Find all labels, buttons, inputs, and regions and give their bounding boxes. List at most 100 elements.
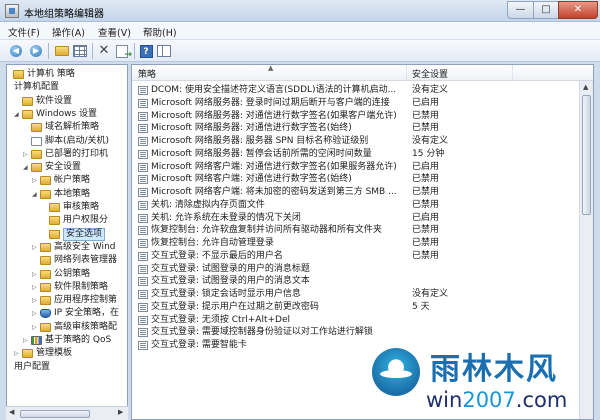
tree-item[interactable]: 用户配置 (7, 361, 50, 374)
tree-item[interactable]: ▷ IP 安全策略，在 (32, 307, 119, 320)
app-icon (5, 4, 19, 18)
back-button[interactable]: ◀ (8, 43, 24, 59)
policy-name: 交互式登录: 锁定会话时显示用户信息 (151, 289, 301, 299)
policy-row[interactable]: 恢复控制台: 允许软盘复制并访问所有驱动器和所有文件夹 已禁用 (132, 224, 580, 237)
tree-item[interactable]: 审核策略 (41, 201, 99, 214)
tree-item[interactable]: 计算机配置 (7, 81, 59, 94)
policy-name: Microsoft 网络服务器: 暂停会话前所需的空闲时间数量 (151, 148, 372, 159)
policy-row[interactable]: Microsoft 网络客户端: 将未加密的密码发送到第三方 SMB ... 已禁… (132, 186, 580, 199)
policy-tree[interactable]: 计算机 策略计算机配置 软件设置 ◢ Windows 设置 域名解析策略 脚本(启动/关机… (6, 64, 128, 420)
tree-item[interactable]: ◢ Windows 设置 (14, 108, 97, 121)
folder-icon (31, 149, 42, 159)
tree-horizontal-scrollbar[interactable]: ◀ ▶ (6, 406, 128, 420)
tree-item[interactable]: ◢ 安全设置 (23, 161, 81, 174)
policy-row[interactable]: 交互式登录: 无须按 Ctrl+Alt+Del (132, 314, 580, 327)
tree-item-label: 管理模板 (36, 348, 73, 359)
expand-arrow-icon[interactable]: ▷ (23, 148, 31, 161)
menu-file[interactable]: 文件(F) (8, 25, 40, 39)
policy-name: 交互式登录: 需要智能卡 (151, 340, 247, 350)
expand-arrow-icon[interactable]: ▷ (32, 281, 40, 294)
up-folder-button[interactable] (54, 43, 70, 59)
policy-row[interactable]: Microsoft 网络服务器: 对通信进行数字签名(如果客户端允许) 已禁用 (132, 110, 580, 123)
pane-view-button[interactable] (156, 43, 172, 59)
tree-item[interactable]: 软件设置 (14, 95, 72, 108)
expand-arrow-icon[interactable]: ▷ (32, 321, 40, 334)
policy-row[interactable]: 交互式登录: 试图登录的用户的消息标题 (132, 263, 580, 276)
policy-row[interactable]: 交互式登录: 需要域控制器身份验证以对工作站进行解锁 (132, 326, 580, 339)
column-header-setting[interactable]: 安全设置 (412, 67, 448, 80)
expand-arrow-icon[interactable]: ▷ (32, 307, 40, 320)
tree-item[interactable]: 域名解析策略 (23, 121, 99, 134)
expand-arrow-icon[interactable]: ▷ (32, 241, 40, 254)
policy-row[interactable]: Microsoft 网络服务器: 对通信进行数字签名(始终) 已禁用 (132, 122, 580, 135)
tree-item[interactable]: ▷ 高级安全 Wind (32, 241, 115, 254)
policy-setting-icon (138, 315, 148, 325)
policy-setting-value: 已禁用 (412, 238, 440, 248)
tree-item[interactable]: ▷ 公钥策略 (32, 268, 90, 281)
scroll-left-icon[interactable]: ◀ (9, 408, 14, 416)
expand-arrow-icon[interactable]: ▷ (32, 174, 40, 187)
export-list-button[interactable] (114, 43, 132, 60)
column-separator[interactable] (406, 65, 407, 81)
column-separator[interactable] (512, 65, 513, 81)
expand-arrow-icon[interactable]: ▷ (32, 294, 40, 307)
tree-item[interactable]: 安全选项 (41, 227, 106, 241)
policy-name: 恢复控制台: 允许软盘复制并访问所有驱动器和所有文件夹 (151, 225, 382, 236)
collapse-arrow-icon[interactable]: ◢ (23, 161, 31, 174)
tree-item[interactable]: 网络列表管理器 (32, 254, 117, 267)
help-button[interactable]: ? (138, 43, 154, 59)
tree-item[interactable]: ▷ 已部署的打印机 (23, 148, 108, 161)
scroll-up-icon[interactable]: ▲ (583, 83, 588, 91)
policy-row[interactable]: 关机: 清除虚拟内存页面文件 已禁用 (132, 199, 580, 212)
tree-item-label: 脚本(启动/关机) (45, 135, 110, 146)
folder-icon (49, 229, 60, 239)
title-bar: 本地组策略编辑器 — □ ✕ (0, 0, 600, 22)
policy-row[interactable]: 交互式登录: 提示用户在过期之前更改密码 5 天 (132, 301, 580, 314)
forward-button[interactable]: ▶ (28, 43, 44, 59)
tree-item[interactable]: 计算机 策略 (7, 68, 75, 81)
minimize-button[interactable]: — (507, 1, 534, 19)
policy-setting-value: 已启用 (412, 212, 440, 223)
tree-item[interactable]: ◢ 本地策略 (32, 188, 90, 201)
policy-setting-icon (138, 149, 148, 159)
policy-row[interactable]: 关机: 允许系统在未登录的情况下关闭 已启用 (132, 212, 580, 225)
tree-item[interactable]: ▷ 应用程序控制第 (32, 294, 117, 307)
expand-arrow-icon[interactable]: ▷ (14, 347, 22, 360)
policy-row[interactable]: DCOM: 使用安全描述符定义语言(SDDL)语法的计算机启动... 没有定义 (132, 84, 580, 97)
tree-item[interactable]: ▷ 基于策略的 QoS (23, 334, 111, 347)
policy-row[interactable]: Microsoft 网络服务器: 暂停会话前所需的空闲时间数量 15 分钟 (132, 148, 580, 161)
expand-arrow-icon[interactable]: ▷ (23, 334, 31, 347)
tree-item-label: 计算机 策略 (27, 69, 75, 79)
delete-button[interactable]: ✕ (96, 43, 112, 59)
tree-item[interactable]: 用户权限分 (41, 214, 108, 227)
tree-item[interactable]: ▷ 高级审核策略配 (32, 321, 117, 334)
tree-item-label: 已部署的打印机 (45, 148, 109, 159)
policy-row[interactable]: 恢复控制台: 允许自动管理登录 已禁用 (132, 237, 580, 250)
policy-row[interactable]: Microsoft 网络客户端: 对通信进行数字签名(始终) 已禁用 (132, 173, 580, 186)
window-title: 本地组策略编辑器 (24, 9, 104, 20)
policy-row[interactable]: 交互式登录: 不显示最后的用户名 已禁用 (132, 250, 580, 263)
scroll-thumb[interactable] (582, 95, 591, 215)
scroll-thumb[interactable] (20, 410, 90, 418)
maximize-button[interactable]: □ (533, 1, 559, 19)
tree-item[interactable]: ▷ 管理模板 (14, 347, 72, 360)
scroll-right-icon[interactable]: ▶ (118, 408, 123, 416)
tree-item[interactable]: 脚本(启动/关机) (23, 135, 109, 148)
policy-row[interactable]: Microsoft 网络客户端: 对通信进行数字签名(如果服务器允许) 已启用 (132, 161, 580, 174)
collapse-arrow-icon[interactable]: ◢ (14, 108, 22, 121)
policy-row[interactable]: Microsoft 网络服务器: 服务器 SPN 目标名称验证级别 没有定义 (132, 135, 580, 148)
tree-item[interactable]: ▷ 帐户策略 (32, 174, 90, 187)
menu-view[interactable]: 查看(V) (98, 25, 131, 39)
policy-row[interactable]: 交互式登录: 试图登录的用户的消息文本 (132, 275, 580, 288)
menu-help[interactable]: 帮助(H) (143, 25, 177, 39)
expand-arrow-icon[interactable]: ▷ (32, 268, 40, 281)
show-tree-button[interactable] (72, 43, 88, 59)
tree-item[interactable]: ▷ 软件限制策略 (32, 281, 108, 294)
collapse-arrow-icon[interactable]: ◢ (32, 188, 40, 201)
menu-action[interactable]: 操作(A) (52, 25, 85, 39)
policy-setting-icon (138, 111, 148, 121)
policy-row[interactable]: 交互式登录: 锁定会话时显示用户信息 没有定义 (132, 288, 580, 301)
column-header-policy[interactable]: 策略 (138, 67, 156, 80)
policy-row[interactable]: Microsoft 网络服务器: 登录时间过期后断开与客户端的连接 已启用 (132, 97, 580, 110)
close-button[interactable]: ✕ (558, 1, 598, 19)
